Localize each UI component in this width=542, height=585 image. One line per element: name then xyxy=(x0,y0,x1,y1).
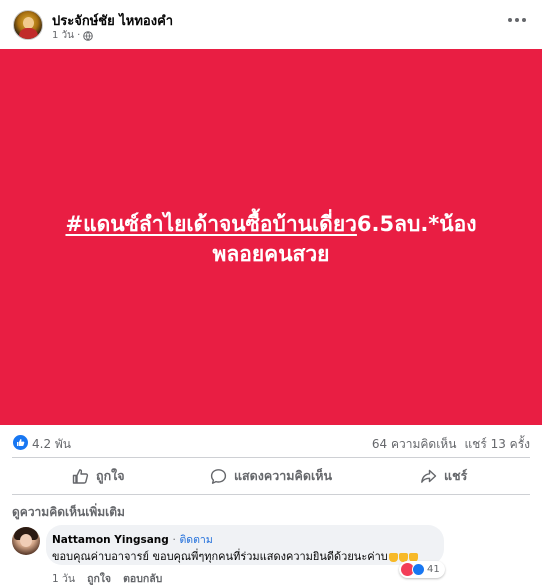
like-reaction-icon[interactable] xyxy=(13,435,28,450)
reaction-count[interactable]: 4.2 พัน xyxy=(32,435,71,454)
share-label: แชร์ xyxy=(444,468,468,483)
share-count[interactable]: แชร์ 13 ครั้ง xyxy=(464,435,530,454)
post-stats: 4.2 พัน 64 ความคิดเห็น แชร์ 13 ครั้ง xyxy=(0,430,542,456)
comment-like-button[interactable]: ถูกใจ xyxy=(87,570,111,585)
comment-actions: 1 วัน ถูกใจ ตอบกลับ xyxy=(52,570,162,585)
comment-text: ขอบคุณค่าบอาจารย์ ขอบคุณพี่ๆทุกคนที่ร่วม… xyxy=(52,547,418,565)
commenter-avatar[interactable] xyxy=(12,527,40,555)
pray-emoji xyxy=(388,552,398,562)
action-bar: ถูกใจ แสดงความคิดเห็น แชร์ xyxy=(12,457,530,495)
comment-button[interactable]: แสดงความคิดเห็น xyxy=(185,458,358,494)
like-icon xyxy=(412,563,425,576)
post-text-line1: 6.5ลบ.*น้อง xyxy=(356,212,477,236)
author-avatar[interactable] xyxy=(13,10,43,40)
comment-reply-button[interactable]: ตอบกลับ xyxy=(123,570,162,585)
follow-link[interactable]: ติดตาม xyxy=(179,534,212,546)
comment-separator: · xyxy=(172,534,176,546)
share-icon xyxy=(421,469,437,483)
post-text-line2: พลอยคนสวย xyxy=(212,242,330,266)
post-header: ประจักษ์ชัย ไหทองคำ 1 วัน · xyxy=(0,0,542,48)
more-icon[interactable] xyxy=(508,14,528,26)
post-time[interactable]: 1 วัน · xyxy=(52,28,80,43)
comment-icon xyxy=(210,468,227,484)
post-text: #แดนซ์ลำไยเด้าจนซื้อบ้านเดี่ยว6.5ลบ.*น้อ… xyxy=(0,209,542,269)
post-meta: 1 วัน · xyxy=(52,28,94,43)
comment-label: แสดงความคิดเห็น xyxy=(233,468,333,483)
globe-icon xyxy=(83,30,94,41)
comment-count[interactable]: 64 ความคิดเห็น xyxy=(372,435,457,454)
comment-text-content: ขอบคุณค่าบอาจารย์ ขอบคุณพี่ๆทุกคนที่ร่วม… xyxy=(52,550,388,563)
comment-bubble: Nattamon Yingsang · ติดตาม ขอบคุณค่าบอาจ… xyxy=(46,525,444,565)
commenter-name[interactable]: Nattamon Yingsang xyxy=(52,534,169,546)
view-more-comments-link[interactable]: ดูความคิดเห็นเพิ่มเติม xyxy=(12,503,125,522)
like-button[interactable]: ถูกใจ xyxy=(12,458,185,494)
like-icon xyxy=(72,468,89,484)
comment-reactions[interactable]: 41 xyxy=(399,561,445,578)
comment-reaction-count: 41 xyxy=(427,564,440,575)
hashtag-link[interactable]: #แดนซ์ลำไยเด้าจนซื้อบ้านเดี่ยว xyxy=(65,212,356,236)
comment-time[interactable]: 1 วัน xyxy=(52,570,75,585)
like-label: ถูกใจ xyxy=(96,468,125,483)
share-button[interactable]: แชร์ xyxy=(357,458,530,494)
